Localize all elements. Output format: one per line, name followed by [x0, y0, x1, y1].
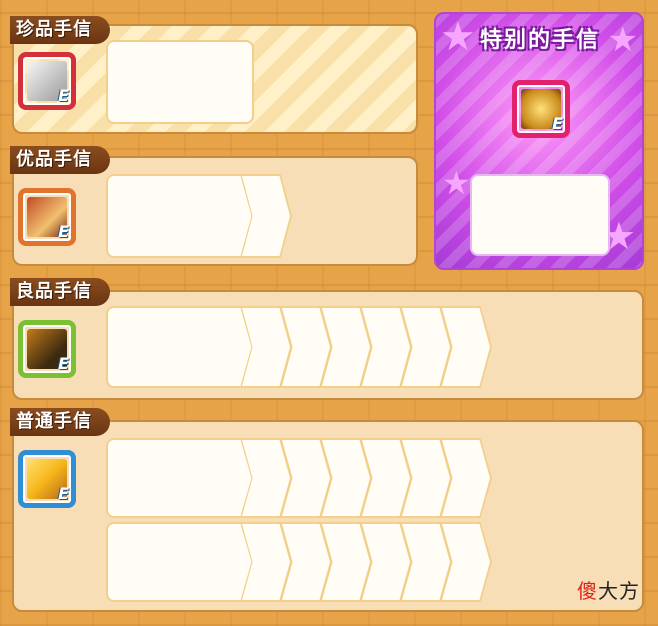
gift-item-icon-good[interactable]: E — [18, 320, 76, 378]
special-gift-title: 特别的手信 — [479, 28, 600, 53]
gift-slot[interactable] — [106, 522, 254, 602]
section-title-good: 良品手信 — [10, 278, 110, 306]
grade-e-badge: E — [58, 86, 69, 105]
gift-slot[interactable] — [106, 306, 254, 388]
special-gift-slot[interactable] — [470, 174, 610, 256]
grade-e-badge: E — [58, 354, 69, 373]
gift-slot[interactable] — [106, 40, 254, 124]
special-gift-panel: ★ ★ ★ ★ 特别的手信 E — [434, 12, 644, 270]
section-title-common: 普通手信 — [10, 408, 110, 436]
watermark: 傻大方 — [577, 579, 640, 603]
star-decoration: ★ — [442, 164, 471, 202]
section-title-rare: 珍品手信 — [10, 16, 110, 44]
gift-slot[interactable] — [106, 174, 254, 258]
gift-item-icon-rare[interactable]: E — [18, 52, 76, 110]
gift-slot[interactable] — [106, 438, 254, 518]
gift-item-icon-common[interactable]: E — [18, 450, 76, 508]
gift-item-icon-fine[interactable]: E — [18, 188, 76, 246]
grade-e-badge: E — [58, 484, 69, 503]
gift-item-icon-special[interactable]: E — [512, 80, 570, 138]
grade-e-badge: E — [58, 222, 69, 241]
grade-e-badge: E — [552, 114, 563, 133]
section-title-fine: 优品手信 — [10, 146, 110, 174]
